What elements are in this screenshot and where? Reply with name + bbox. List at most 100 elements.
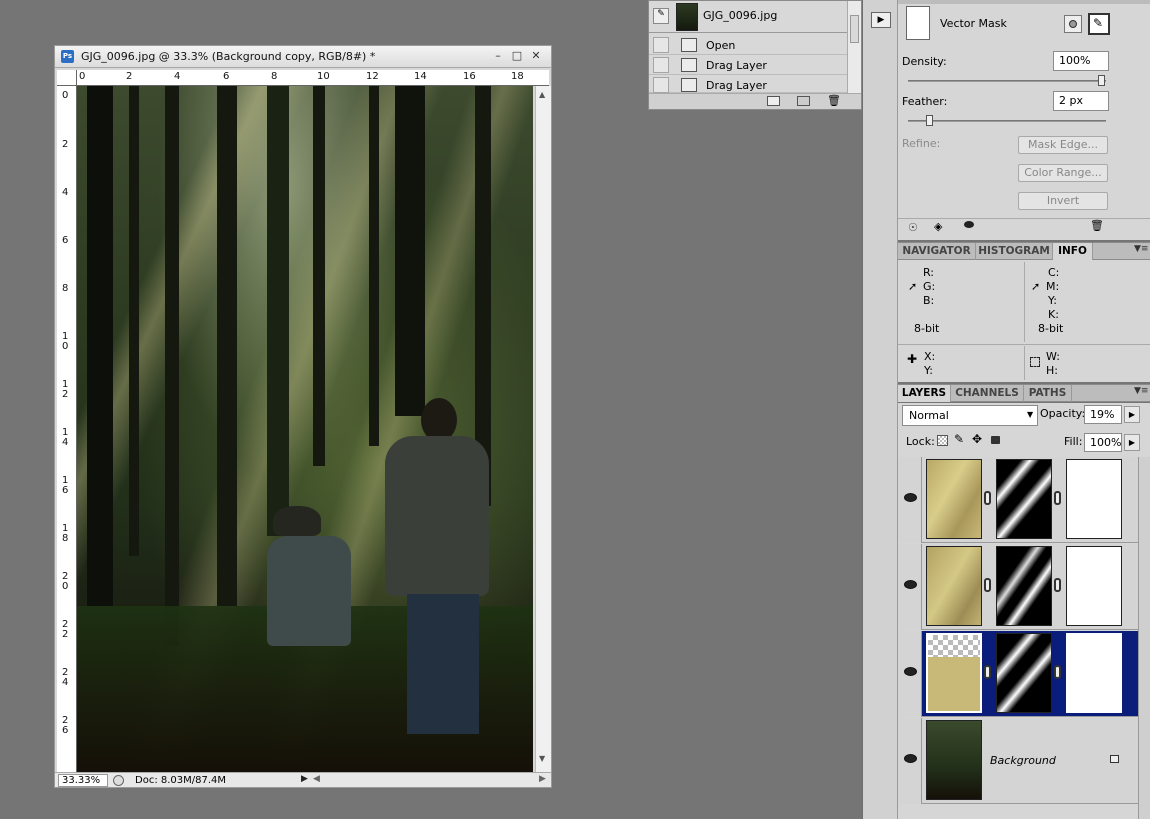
history-step[interactable]: Open — [649, 35, 847, 55]
maximize-icon[interactable]: □ — [510, 49, 524, 63]
history-snapshot[interactable]: ✎ GJG_0096.jpg — [649, 1, 847, 33]
actions-panel-icon[interactable]: ▶ — [871, 12, 891, 28]
density-input[interactable]: 100% — [1053, 51, 1109, 71]
layer-thumbnail[interactable] — [926, 633, 982, 713]
load-selection-icon[interactable]: ☉ — [908, 221, 918, 234]
scroll-thumb[interactable] — [850, 15, 859, 43]
image-canvas[interactable] — [77, 86, 533, 772]
scroll-down-icon[interactable]: ▼ — [539, 754, 545, 763]
link-icon[interactable] — [1054, 665, 1061, 679]
trash-icon[interactable]: 🗑 — [1090, 219, 1104, 232]
ruler-label: 2 2 — [62, 619, 69, 640]
tab-histogram[interactable]: HISTOGRAM — [976, 243, 1053, 260]
eye-icon[interactable] — [964, 221, 974, 228]
divider — [898, 218, 1150, 219]
new-snapshot-icon[interactable] — [797, 96, 810, 106]
color-range-button[interactable]: Color Range... — [1018, 164, 1108, 182]
status-menu-arrow-icon[interactable]: ▶ — [301, 774, 308, 784]
lock-all-icon[interactable] — [991, 436, 1000, 444]
minimize-icon[interactable]: – — [491, 49, 505, 63]
invert-button[interactable]: Invert — [1018, 192, 1108, 210]
scroll-right-icon[interactable]: ▶ — [539, 774, 546, 784]
lock-image-pixels-icon[interactable]: ✎ — [954, 432, 964, 446]
apply-mask-icon[interactable]: ◈ — [934, 220, 942, 233]
density-slider[interactable] — [908, 80, 1106, 82]
ruler-origin[interactable] — [57, 70, 77, 86]
ruler-label: 14 — [414, 71, 427, 82]
history-brush-source-icon[interactable]: ✎ — [653, 8, 669, 24]
close-icon[interactable]: ✕ — [529, 49, 543, 63]
vector-mask-thumbnail[interactable] — [1066, 459, 1122, 539]
ruler-label: 1 4 — [62, 427, 69, 448]
mask-edge-button[interactable]: Mask Edge... — [1018, 136, 1108, 154]
density-slider-thumb[interactable] — [1098, 75, 1105, 86]
tab-channels[interactable]: CHANNELS — [951, 385, 1024, 402]
blend-mode-select[interactable]: Normal ▼ — [902, 405, 1038, 426]
opacity-input[interactable]: 19% — [1084, 405, 1122, 424]
link-icon[interactable] — [984, 665, 991, 679]
vector-mask-thumbnail[interactable] — [1066, 633, 1122, 713]
layer-visibility-toggle[interactable] — [898, 718, 922, 804]
layer-row-selected[interactable] — [898, 631, 1138, 717]
pixel-mask-button[interactable] — [1064, 15, 1082, 33]
layer-row[interactable] — [898, 544, 1138, 630]
layer-visibility-toggle[interactable] — [898, 457, 922, 543]
tab-navigator[interactable]: NAVIGATOR — [898, 243, 976, 260]
history-checkbox[interactable] — [653, 37, 669, 53]
history-checkbox[interactable] — [653, 57, 669, 73]
layer-visibility-toggle[interactable] — [898, 631, 922, 717]
history-step[interactable]: Drag Layer — [649, 55, 847, 75]
layers-scrollbar[interactable] — [1138, 457, 1150, 819]
layer-mask-thumbnail[interactable] — [996, 633, 1052, 713]
person-seated-head — [273, 506, 321, 536]
trash-icon[interactable]: 🗑 — [827, 94, 841, 107]
layer-row-background[interactable]: Background — [898, 718, 1138, 804]
panel-menu-icon[interactable]: ▼≡ — [1134, 386, 1148, 396]
tab-layers[interactable]: LAYERS — [898, 385, 951, 402]
opacity-slider-arrow-icon[interactable]: ▶ — [1124, 406, 1140, 423]
chevron-down-icon: ▼ — [1027, 410, 1034, 419]
document-title-bar[interactable]: Ps GJG_0096.jpg @ 33.3% (Background copy… — [55, 46, 551, 68]
feather-slider-thumb[interactable] — [926, 115, 933, 126]
layer-mask-thumbnail[interactable] — [996, 459, 1052, 539]
history-step[interactable]: Drag Layer — [649, 75, 847, 93]
tree-trunk — [267, 86, 289, 536]
fill-input[interactable]: 100% — [1084, 433, 1122, 452]
link-icon[interactable] — [984, 491, 991, 505]
layer-mask-thumbnail[interactable] — [996, 546, 1052, 626]
layer-visibility-toggle[interactable] — [898, 544, 922, 630]
panel-dock-strip: ▶ — [862, 0, 898, 819]
layer-thumbnail[interactable] — [926, 459, 982, 539]
feather-input[interactable]: 2 px — [1053, 91, 1109, 111]
layer-name[interactable]: Background — [990, 754, 1056, 767]
horizontal-ruler[interactable]: 0 2 4 6 8 10 12 14 16 18 — [77, 70, 549, 86]
history-scrollbar[interactable] — [847, 1, 861, 93]
scroll-up-icon[interactable]: ▲ — [539, 90, 545, 99]
panel-menu-icon[interactable]: ▼≡ — [1134, 244, 1148, 254]
vertical-scrollbar[interactable]: ▲ ▼ — [535, 86, 551, 772]
eyedropper-icon[interactable]: ➚ — [1031, 280, 1040, 293]
status-info-icon[interactable] — [113, 775, 124, 786]
layer-thumbnail[interactable] — [926, 546, 982, 626]
layer-thumbnail[interactable] — [926, 720, 982, 800]
link-icon[interactable] — [984, 578, 991, 592]
scroll-left-icon[interactable]: ◀ — [313, 774, 320, 784]
lock-transparency-icon[interactable] — [937, 435, 948, 446]
link-icon[interactable] — [1054, 491, 1061, 505]
history-checkbox[interactable] — [653, 77, 669, 93]
vertical-ruler[interactable]: 0 2 4 6 8 1 0 1 2 1 4 1 6 1 8 2 0 2 2 2 … — [57, 86, 77, 772]
tab-paths[interactable]: PATHS — [1024, 385, 1072, 402]
layer-row[interactable] — [898, 457, 1138, 543]
lock-position-icon[interactable]: ✥ — [972, 432, 982, 446]
eyedropper-icon[interactable]: ➚ — [908, 280, 917, 293]
document-window[interactable]: Ps GJG_0096.jpg @ 33.3% (Background copy… — [54, 45, 552, 788]
fill-slider-arrow-icon[interactable]: ▶ — [1124, 434, 1140, 451]
vector-mask-thumbnail[interactable] — [1066, 546, 1122, 626]
vector-mask-button[interactable]: ✎ — [1088, 13, 1110, 35]
new-document-from-state-icon[interactable] — [767, 96, 780, 106]
link-icon[interactable] — [1054, 578, 1061, 592]
ruler-label: 6 — [62, 235, 69, 246]
feather-slider[interactable] — [908, 120, 1106, 122]
tab-info[interactable]: INFO — [1053, 243, 1093, 260]
zoom-level-field[interactable]: 33.33% — [58, 774, 108, 787]
